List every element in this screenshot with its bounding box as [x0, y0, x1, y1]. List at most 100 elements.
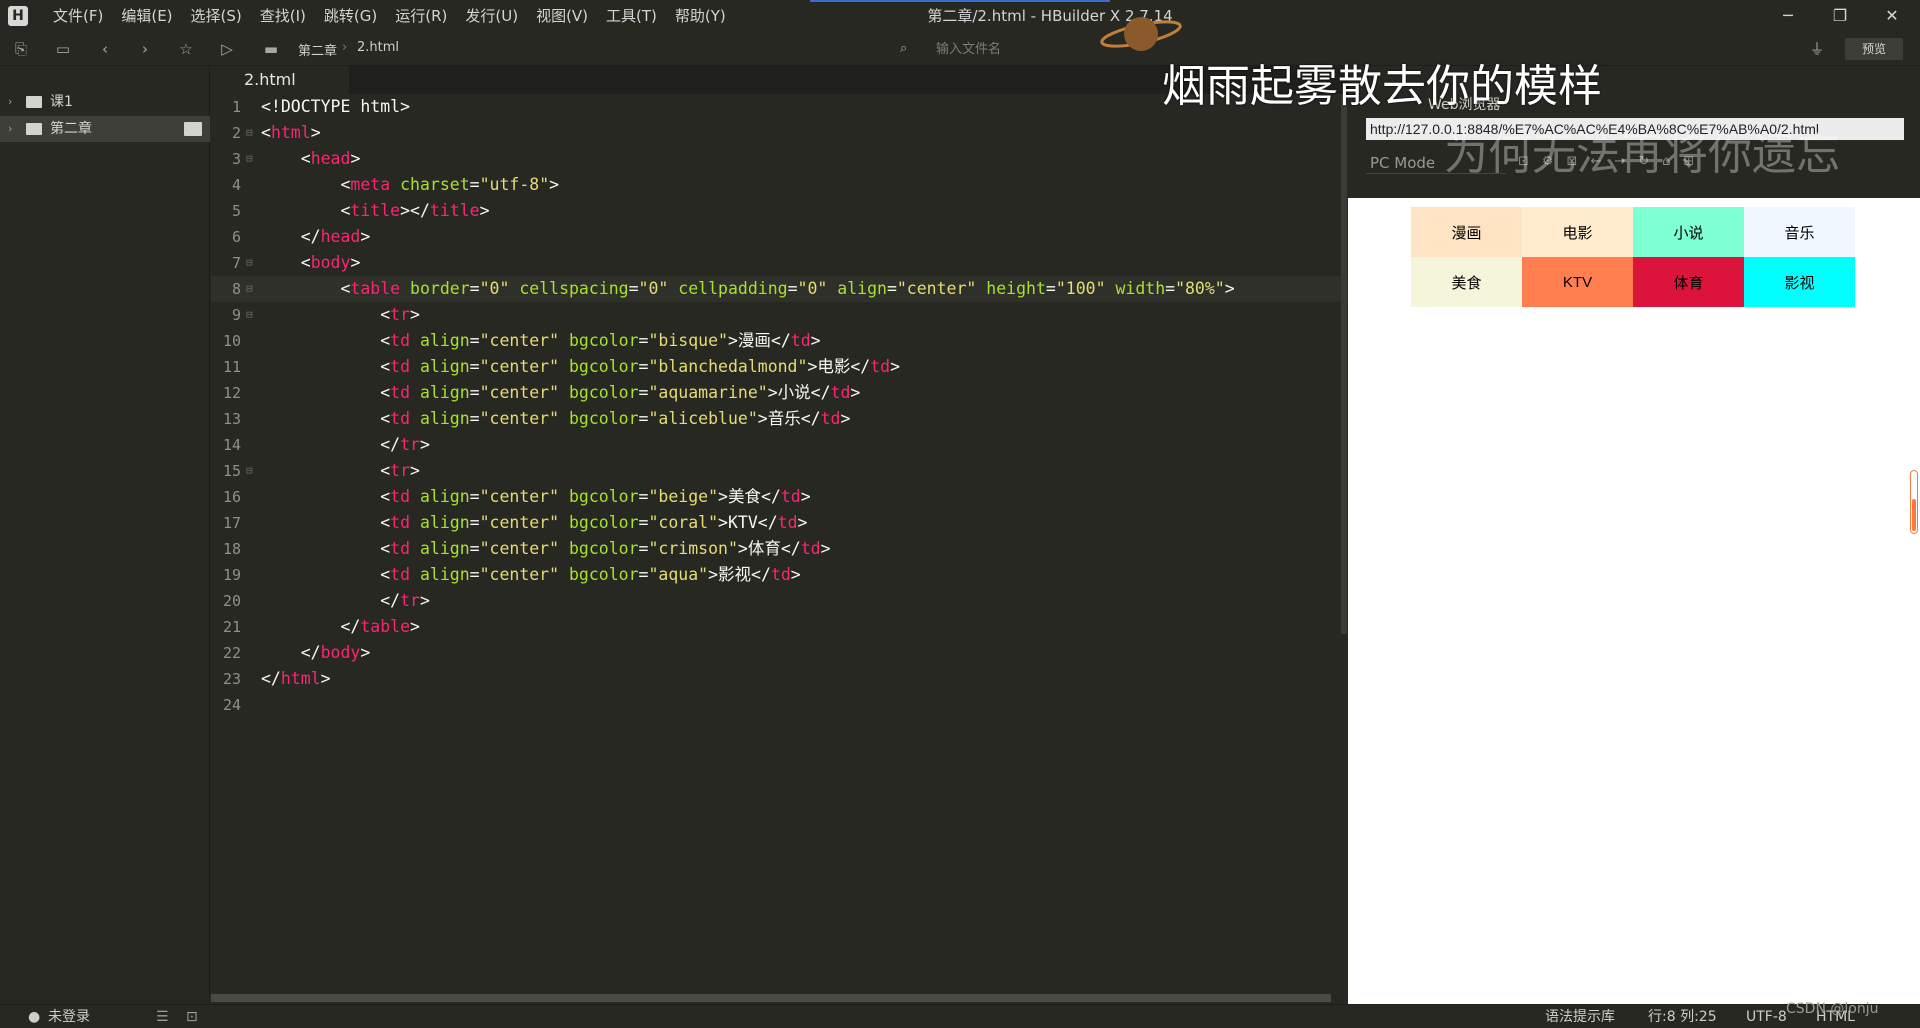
- menu-item[interactable]: 编辑(E): [112, 0, 181, 32]
- table-cell: 漫画: [1411, 207, 1522, 257]
- code-text: <tr>: [380, 305, 420, 324]
- code-line[interactable]: 10 <td align="center" bgcolor="bisque">漫…: [211, 328, 1348, 354]
- code-line[interactable]: 19 <td align="center" bgcolor="aqua">影视<…: [211, 562, 1348, 588]
- forward-icon[interactable]: ›: [134, 38, 156, 60]
- code-line[interactable]: 16 <td align="center" bgcolor="beige">美食…: [211, 484, 1348, 510]
- filter-icon[interactable]: ⏚: [1806, 38, 1828, 60]
- code-line[interactable]: 9 ⊟ <tr>: [211, 302, 1348, 328]
- folder-open-icon[interactable]: [184, 122, 202, 136]
- menu-item[interactable]: 工具(T): [597, 0, 666, 32]
- fold-icon[interactable]: ⊟: [246, 276, 253, 302]
- tab-2-html[interactable]: 2.html: [211, 66, 349, 94]
- editor-horizontal-scrollbar[interactable]: [211, 994, 1331, 1002]
- syntax-library[interactable]: 语法提示库: [1545, 1005, 1615, 1028]
- hbuilder-window: H 文件(F) 编辑(E) 选择(S) 查找(I) 跳转(G) 运行(R) 发行(U) 视图(…: [0, 0, 1920, 1028]
- code-text: <title></title>: [340, 201, 490, 220]
- code-line[interactable]: 23 </html>: [211, 666, 1348, 692]
- line-number: 18: [222, 540, 241, 558]
- code-text: </head>: [300, 227, 371, 246]
- code-text: <td align="center" bgcolor="aqua">影视</td…: [380, 565, 801, 584]
- cursor-position[interactable]: 行:8 列:25: [1648, 1005, 1717, 1028]
- chevron-right-icon[interactable]: ›: [8, 89, 12, 115]
- menu-bar: 文件(F) 编辑(E) 选择(S) 查找(I) 跳转(G) 运行(R) 发行(U) 视图(V)…: [44, 0, 735, 32]
- code-line[interactable]: 3 ⊟ <head>: [211, 146, 1348, 172]
- code-line[interactable]: 6 </head>: [211, 224, 1348, 250]
- code-line[interactable]: 12 <td align="center" bgcolor="aquamarin…: [211, 380, 1348, 406]
- status-bar: ● 未登录 ☰ ⊡ 语法提示库 行:8 列:25 UTF-8 HTML CSDN…: [0, 1001, 1920, 1028]
- window-title: 第二章/2.html - HBuilder X 2.7.14: [927, 7, 1173, 25]
- fold-icon[interactable]: ⊟: [246, 146, 253, 172]
- menu-item[interactable]: 运行(R): [386, 0, 456, 32]
- menu-item[interactable]: 文件(F): [44, 0, 112, 32]
- run-icon[interactable]: ▷: [216, 38, 238, 60]
- hbuilder-logo-icon: H: [8, 6, 28, 26]
- line-number: 7: [231, 254, 241, 272]
- breadcrumb-folder[interactable]: 第二章: [298, 40, 337, 59]
- code-line[interactable]: 11 <td align="center" bgcolor="blancheda…: [211, 354, 1348, 380]
- fold-icon[interactable]: ⊟: [246, 120, 253, 146]
- code-line[interactable]: 22 </body>: [211, 640, 1348, 666]
- outline-icon[interactable]: ☰: [156, 1005, 169, 1028]
- line-number: 6: [231, 228, 241, 246]
- back-icon[interactable]: ‹: [94, 38, 116, 60]
- breadcrumb-file[interactable]: 2.html: [357, 40, 399, 55]
- code-line[interactable]: 17 <td align="center" bgcolor="coral">KT…: [211, 510, 1348, 536]
- code-text: <td align="center" bgcolor="blanchedalmo…: [380, 357, 901, 376]
- code-line[interactable]: 4 <meta charset="utf-8">: [211, 172, 1348, 198]
- code-line[interactable]: 15 ⊟ <tr>: [211, 458, 1348, 484]
- code-line[interactable]: 2 ⊟ <html>: [211, 120, 1348, 146]
- code-text: <body>: [300, 253, 361, 272]
- code-line[interactable]: 14 </tr>: [211, 432, 1348, 458]
- code-line[interactable]: 24: [211, 692, 1348, 718]
- code-text: </tr>: [380, 435, 430, 454]
- code-text: <table border="0" cellspacing="0" cellpa…: [340, 279, 1235, 298]
- terminal-icon[interactable]: ⊡: [186, 1005, 198, 1028]
- chevron-right-icon[interactable]: ›: [8, 116, 12, 142]
- code-line[interactable]: 21 </table>: [211, 614, 1348, 640]
- sidebar-item-label: 课1: [50, 94, 73, 110]
- code-line[interactable]: 13 <td align="center" bgcolor="aliceblue…: [211, 406, 1348, 432]
- code-line[interactable]: 8 ⊟ <table border="0" cellspacing="0" cel…: [211, 276, 1348, 302]
- menu-item[interactable]: 跳转(G): [315, 0, 386, 32]
- side-scroll-indicator[interactable]: [1910, 470, 1918, 534]
- close-icon[interactable]: ✕: [1864, 0, 1920, 32]
- title-bar: H 文件(F) 编辑(E) 选择(S) 查找(I) 跳转(G) 运行(R) 发行(U) 视图(…: [0, 0, 1920, 32]
- code-line[interactable]: 20 </tr>: [211, 588, 1348, 614]
- code-text: <meta charset="utf-8">: [340, 175, 560, 194]
- fold-icon[interactable]: ⊟: [246, 302, 253, 328]
- minimize-icon[interactable]: ─: [1760, 0, 1816, 32]
- sidebar-item-chapter2[interactable]: › 第二章: [0, 116, 210, 142]
- code-text: </table>: [340, 617, 420, 636]
- save-icon[interactable]: ▭: [52, 38, 74, 60]
- table-cell: 电影: [1522, 207, 1633, 257]
- menu-item[interactable]: 视图(V): [527, 0, 597, 32]
- line-number: 15: [222, 462, 241, 480]
- fold-icon[interactable]: ⊟: [246, 250, 253, 276]
- sidebar-item-course1[interactable]: › 课1: [0, 89, 210, 115]
- preview-button[interactable]: 预览: [1845, 38, 1903, 60]
- line-number: 11: [222, 358, 241, 376]
- search-file-icon: ⌕: [900, 41, 908, 56]
- encoding[interactable]: UTF-8: [1746, 1005, 1787, 1028]
- fold-icon[interactable]: ⊟: [246, 458, 253, 484]
- table-cell: 体育: [1633, 257, 1744, 307]
- login-status[interactable]: 未登录: [48, 1005, 90, 1028]
- restore-icon[interactable]: ❐: [1812, 0, 1868, 32]
- code-text: <head>: [300, 149, 361, 168]
- menu-item[interactable]: 帮助(Y): [666, 0, 735, 32]
- table-cell: KTV: [1522, 257, 1633, 307]
- editor-vertical-scrollbar[interactable]: [1341, 94, 1347, 634]
- menu-item[interactable]: 查找(I): [251, 0, 315, 32]
- code-line[interactable]: 18 <td align="center" bgcolor="crimson">…: [211, 536, 1348, 562]
- menu-item[interactable]: 发行(U): [456, 0, 527, 32]
- code-editor[interactable]: 1 <!DOCTYPE html> 2 ⊟ <html> 3 ⊟ <head> 4 <meta…: [211, 94, 1348, 994]
- code-text: </tr>: [380, 591, 430, 610]
- star-icon[interactable]: ☆: [175, 38, 197, 60]
- code-text: <td align="center" bgcolor="aliceblue">音…: [380, 409, 851, 428]
- line-number: 3: [231, 150, 241, 168]
- code-line[interactable]: 7 ⊟ <body>: [211, 250, 1348, 276]
- menu-item[interactable]: 选择(S): [182, 0, 251, 32]
- new-file-icon[interactable]: ⎘: [10, 38, 32, 60]
- code-line[interactable]: 5 <title></title>: [211, 198, 1348, 224]
- rendered-table: 漫画 电影 小说 音乐 美食 KTV 体育 影视: [1411, 207, 1855, 307]
